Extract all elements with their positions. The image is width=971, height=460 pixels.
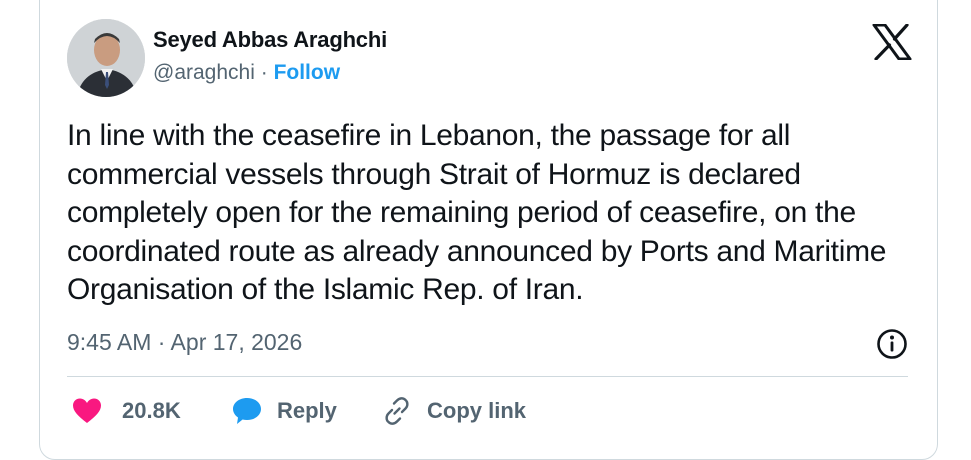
- avatar[interactable]: [67, 19, 145, 97]
- speech-bubble-icon: [233, 398, 261, 424]
- reply-label: Reply: [277, 398, 337, 423]
- copy-link-label: Copy link: [427, 398, 527, 423]
- heart-icon: [73, 398, 101, 423]
- link-icon: [385, 397, 409, 425]
- avatar-photo: [67, 19, 145, 97]
- author-handle[interactable]: @araghchi: [153, 61, 255, 84]
- like-button[interactable]: 20.8K: [72, 394, 181, 428]
- tweet-timestamp[interactable]: 9:45 AM · Apr 17, 2026: [67, 329, 302, 356]
- separator-dot: ·: [260, 61, 268, 84]
- follow-button[interactable]: Follow: [274, 61, 341, 84]
- divider: [67, 376, 908, 377]
- info-icon[interactable]: [876, 328, 908, 360]
- copy-link-button[interactable]: Copy link: [381, 394, 526, 428]
- x-logo-icon[interactable]: [872, 24, 912, 60]
- like-count: 20.8K: [122, 398, 181, 423]
- author-name[interactable]: Seyed Abbas Araghchi: [153, 27, 387, 53]
- reply-button[interactable]: Reply: [231, 394, 337, 428]
- author-meta: @araghchi · Follow: [153, 61, 340, 85]
- tweet-text: In line with the ceasefire in Lebanon, t…: [67, 119, 887, 306]
